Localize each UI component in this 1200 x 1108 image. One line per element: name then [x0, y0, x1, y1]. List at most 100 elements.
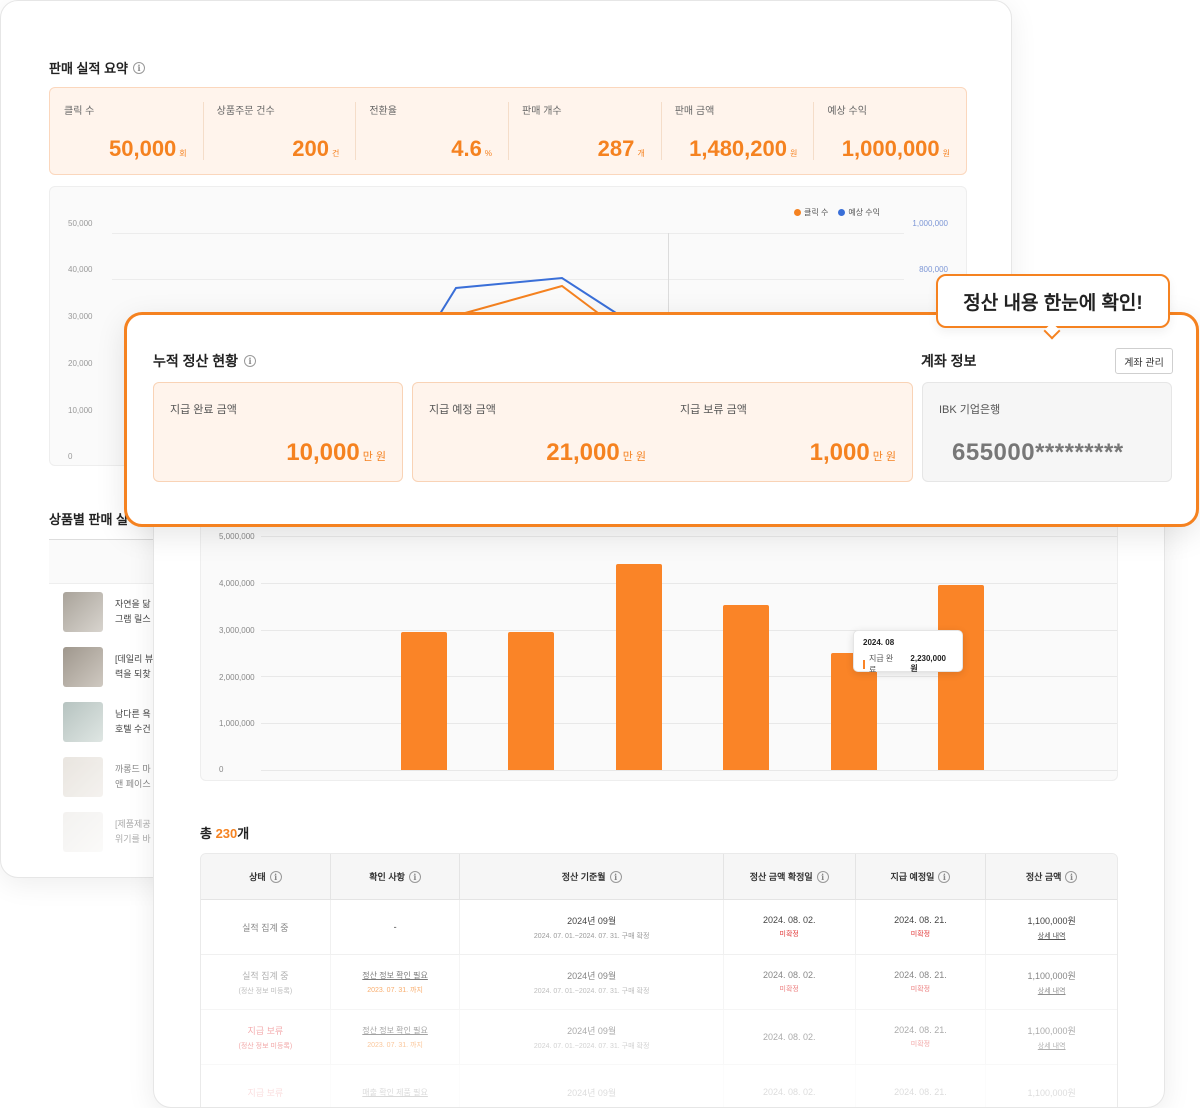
- stat-clicks: 클릭 수 50,000 회: [50, 88, 203, 174]
- pay-date: 2024. 08. 21.: [894, 1087, 947, 1097]
- status-text: 지급 보류: [247, 1025, 284, 1036]
- detail-link[interactable]: 상세 내역: [1038, 931, 1066, 941]
- summary-title: 판매 실적 요약: [49, 61, 128, 76]
- bar[interactable]: [938, 585, 984, 770]
- info-icon[interactable]: i: [132, 61, 145, 74]
- grid-line: [261, 582, 1117, 584]
- stat-orders: 상품주문 건수 200 건: [202, 88, 356, 174]
- confirm-status: 미확정: [779, 986, 799, 993]
- callout-text: 정산 내용 한눈에 확인!: [963, 292, 1143, 314]
- period-text: 2024. 07. 01.~2024. 07. 31. 구매 확정: [533, 932, 650, 940]
- info-icon[interactable]: i: [269, 870, 282, 883]
- info-icon[interactable]: i: [938, 870, 951, 883]
- stat-value: 4.6: [451, 136, 482, 161]
- product-name: 까롱드 마: [115, 763, 151, 774]
- stat-unit: 원: [942, 149, 951, 158]
- stat-value: 1,480,200: [689, 136, 787, 161]
- chart-tooltip: 2024. 08 지급 완료 2,230,000원: [853, 630, 963, 674]
- pay-date: 2024. 08. 21.: [894, 915, 947, 925]
- col-check: 확인 사항 i: [331, 854, 461, 899]
- product-thumbnail: [63, 701, 103, 742]
- confirm-date: 2024. 08. 02.: [762, 915, 816, 925]
- held-label: 지급 보류 금액: [680, 404, 747, 416]
- header-label: 정산 금액 확정일: [749, 872, 813, 882]
- account-box: IBK 기업은행 655000*********: [922, 382, 1172, 482]
- stat-value: 1,000,000: [841, 136, 940, 161]
- grid-line: [261, 536, 1117, 537]
- settlement-status-card: 누적 정산 현황 i 지급 완료 금액 10,000 만 원 지급 예정 금액 2…: [124, 312, 1199, 527]
- confirm-status: 미확정: [779, 931, 799, 938]
- month-text: 2024년 09월: [567, 915, 617, 926]
- stat-label: 판매 개수: [522, 106, 562, 117]
- info-icon[interactable]: i: [408, 870, 421, 883]
- stat-value: 50,000: [109, 136, 177, 161]
- stat-label: 판매 금액: [674, 106, 715, 117]
- stat-unit: 개: [637, 149, 645, 158]
- status-text: 지급 보류: [247, 1087, 284, 1098]
- col-confirm-date: 정산 금액 확정일 i: [724, 854, 856, 899]
- info-icon[interactable]: i: [244, 355, 257, 367]
- check-deadline: 2023. 07. 31. 까지: [367, 986, 423, 994]
- table-row: 지급 보류 (정산 정보 미등록) 정산 정보 확인 필요 2023. 07. 31…: [201, 1010, 1117, 1065]
- stat-unit: 회: [179, 149, 187, 158]
- summary-section-title: 판매 실적 요약 i: [49, 58, 145, 77]
- total-number: 230: [215, 826, 238, 841]
- product-thumbnail: [63, 756, 103, 797]
- y-tick: 3,000,000: [219, 626, 255, 635]
- tooltip-label: 지급 완료: [868, 654, 894, 674]
- bar[interactable]: [723, 605, 770, 770]
- scheduled-label: 지급 예정 금액: [429, 404, 496, 416]
- total-prefix: 총: [200, 826, 216, 841]
- grid-line: [261, 629, 1117, 631]
- table-row: 지급 보류 매출 확인 제품 필요 2024년 09월 2024. 08. 02…: [201, 1065, 1117, 1107]
- settlement-title: 누적 정산 현황 i: [153, 351, 257, 371]
- amount-text: 1,100,000원: [1027, 915, 1076, 926]
- amount-text: 1,100,000원: [1027, 1025, 1076, 1036]
- bar[interactable]: [615, 564, 662, 770]
- settlement-table: 상태 i 확인 사항 i 정산 기준월 i 정산 금액 확정일 i 지급 예정일 i 정산…: [200, 853, 1118, 1107]
- product-name: 남다른 욕: [115, 708, 151, 719]
- stat-sales-amount: 판매 금액 1,480,200 원: [660, 88, 814, 174]
- held-value: 1,000: [809, 439, 870, 466]
- month-text: 2024년 09월: [567, 1087, 617, 1098]
- product-name: 자연을 닮: [115, 598, 151, 609]
- product-name: [데일리 뷰: [115, 653, 154, 664]
- product-thumbnail: [63, 811, 103, 852]
- detail-link[interactable]: 상세 내역: [1038, 1041, 1066, 1051]
- account-number: 655000*********: [952, 439, 1124, 466]
- header-label: 정산 금액: [1025, 872, 1062, 882]
- stat-label: 예상 수익: [827, 106, 867, 117]
- pay-date: 2024. 08. 21.: [894, 970, 947, 980]
- y-tick: 1,000,000: [219, 719, 255, 728]
- paid-unit: 만 원: [362, 451, 386, 463]
- table-row: 실적 집계 중 (정산 정보 미등록) 정산 정보 확인 필요 2023. 07. …: [201, 955, 1117, 1010]
- scheduled-held-box: 지급 예정 금액 21,000 만 원 지급 보류 금액 1,000 만 원: [412, 382, 913, 482]
- account-title: 계좌 정보: [921, 353, 977, 369]
- stat-value: 287: [597, 136, 635, 161]
- bar-chart: 5,000,000 4,000,000 3,000,000 2,000,000 …: [200, 491, 1118, 781]
- callout-bubble: 정산 내용 한눈에 확인!: [936, 274, 1170, 328]
- info-icon[interactable]: i: [816, 870, 829, 883]
- paid-amount-box: 지급 완료 금액 10,000 만 원: [153, 382, 403, 482]
- stat-label: 클릭 수: [64, 106, 95, 117]
- info-icon[interactable]: i: [609, 870, 622, 883]
- info-icon[interactable]: i: [1065, 870, 1078, 883]
- pay-status: 미확정: [910, 931, 931, 938]
- check-link[interactable]: 매출 확인 제품 필요: [362, 1087, 428, 1098]
- stat-units-sold: 판매 개수 287 개: [508, 88, 661, 174]
- product-name-2: 력을 되찾: [115, 668, 151, 679]
- clicks-line: [457, 284, 599, 316]
- col-status: 상태 i: [201, 854, 331, 899]
- detail-link[interactable]: 상세 내역: [1038, 986, 1066, 996]
- grid-line: [261, 676, 1117, 678]
- paid-label: 지급 완료 금액: [170, 404, 237, 416]
- stat-unit: 건: [331, 149, 340, 158]
- amount-text: 1,100,000원: [1027, 1087, 1076, 1098]
- tooltip-date: 2024. 08: [863, 638, 895, 647]
- bar[interactable]: [508, 631, 555, 770]
- check-link[interactable]: 정산 정보 확인 필요: [362, 1025, 428, 1036]
- header-label: 상태: [249, 872, 266, 882]
- manage-account-button[interactable]: 계좌 관리: [1115, 348, 1173, 374]
- check-link[interactable]: 정산 정보 확인 필요: [362, 970, 428, 981]
- bar[interactable]: [401, 631, 447, 770]
